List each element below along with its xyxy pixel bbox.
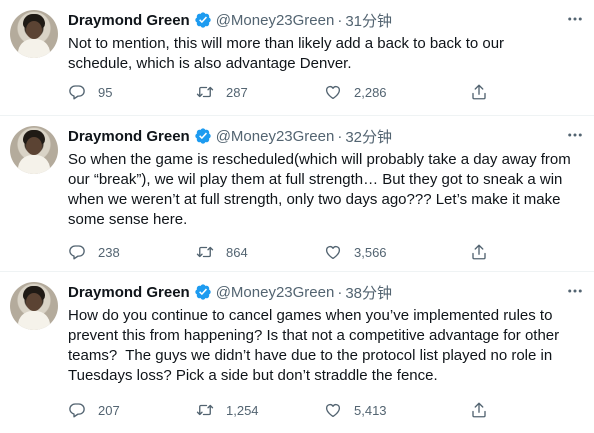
author-name[interactable]: Draymond Green (68, 12, 190, 29)
author-handle[interactable]: @Money23Green (216, 284, 335, 301)
separator-dot: · (337, 11, 343, 29)
author-name[interactable]: Draymond Green (68, 128, 190, 145)
tweet-timestamp[interactable]: 38分钟 (345, 282, 392, 303)
tweet-content: Draymond Green @Money23Green · 32分钟 So w… (68, 126, 584, 230)
tweet-actions: 207 1,254 5,413 (68, 400, 584, 420)
avatar[interactable] (10, 126, 58, 174)
share-icon (472, 402, 486, 418)
more-options-icon[interactable] (566, 10, 584, 28)
reply-count: 238 (98, 244, 120, 260)
tweet[interactable]: Draymond Green @Money23Green · 31分钟 Not … (0, 0, 594, 116)
tweet[interactable]: Draymond Green @Money23Green · 38分钟 How … (0, 272, 594, 433)
separator-dot: · (337, 127, 343, 145)
like-button[interactable]: 5,413 (324, 401, 387, 419)
reply-icon (69, 403, 85, 418)
tweet-text: Not to mention, this will more than like… (68, 35, 505, 72)
retweet-count: 1,254 (226, 402, 259, 418)
tweet-actions: 238 864 3,566 (68, 242, 584, 262)
verified-badge-icon (194, 283, 212, 301)
tweet-text: How do you continue to cancel games when… (68, 307, 560, 384)
share-button[interactable] (470, 401, 488, 419)
retweet-icon (196, 246, 214, 258)
retweet-button[interactable]: 287 (196, 83, 248, 101)
heart-icon (325, 245, 341, 260)
tweet-content: Draymond Green @Money23Green · 31分钟 Not … (68, 10, 584, 74)
retweet-count: 287 (226, 84, 248, 100)
retweet-button[interactable]: 1,254 (196, 401, 259, 419)
avatar[interactable] (10, 10, 58, 58)
reply-count: 95 (98, 84, 113, 100)
author-name[interactable]: Draymond Green (68, 284, 190, 301)
tweet-feed: Draymond Green @Money23Green · 31分钟 Not … (0, 0, 594, 433)
reply-button[interactable]: 95 (68, 83, 112, 101)
reply-icon (69, 245, 85, 260)
share-button[interactable] (470, 83, 488, 101)
share-icon (472, 84, 486, 100)
author-handle[interactable]: @Money23Green (216, 12, 335, 29)
tweet-header: Draymond Green @Money23Green · 38分钟 (68, 282, 584, 302)
verified-badge-icon (194, 127, 212, 145)
reply-button[interactable]: 207 (68, 401, 120, 419)
like-count: 3,566 (354, 244, 387, 260)
reply-count: 207 (98, 402, 120, 418)
verified-badge-icon (194, 11, 212, 29)
retweet-count: 864 (226, 244, 248, 260)
tweet-text: So when the game is rescheduled(which wi… (68, 151, 571, 228)
separator-dot: · (337, 283, 343, 301)
tweet[interactable]: Draymond Green @Money23Green · 32分钟 So w… (0, 116, 594, 272)
tweet-timestamp[interactable]: 31分钟 (345, 10, 392, 31)
like-button[interactable]: 3,566 (324, 243, 387, 261)
like-count: 5,413 (354, 402, 387, 418)
avatar[interactable] (10, 282, 58, 330)
reply-icon (69, 85, 85, 100)
tweet-timestamp[interactable]: 32分钟 (345, 126, 392, 147)
reply-button[interactable]: 238 (68, 243, 120, 261)
more-options-icon[interactable] (566, 282, 584, 300)
heart-icon (325, 403, 341, 418)
like-count: 2,286 (354, 84, 387, 100)
share-icon (472, 244, 486, 260)
tweet-header: Draymond Green @Money23Green · 31分钟 (68, 10, 584, 30)
tweet-actions: 95 287 2,286 (68, 82, 584, 102)
author-handle[interactable]: @Money23Green (216, 128, 335, 145)
like-button[interactable]: 2,286 (324, 83, 387, 101)
tweet-header: Draymond Green @Money23Green · 32分钟 (68, 126, 584, 146)
tweet-content: Draymond Green @Money23Green · 38分钟 How … (68, 282, 584, 386)
share-button[interactable] (470, 243, 488, 261)
retweet-icon (196, 86, 214, 98)
retweet-icon (196, 404, 214, 416)
retweet-button[interactable]: 864 (196, 243, 248, 261)
heart-icon (325, 85, 341, 100)
more-options-icon[interactable] (566, 126, 584, 144)
